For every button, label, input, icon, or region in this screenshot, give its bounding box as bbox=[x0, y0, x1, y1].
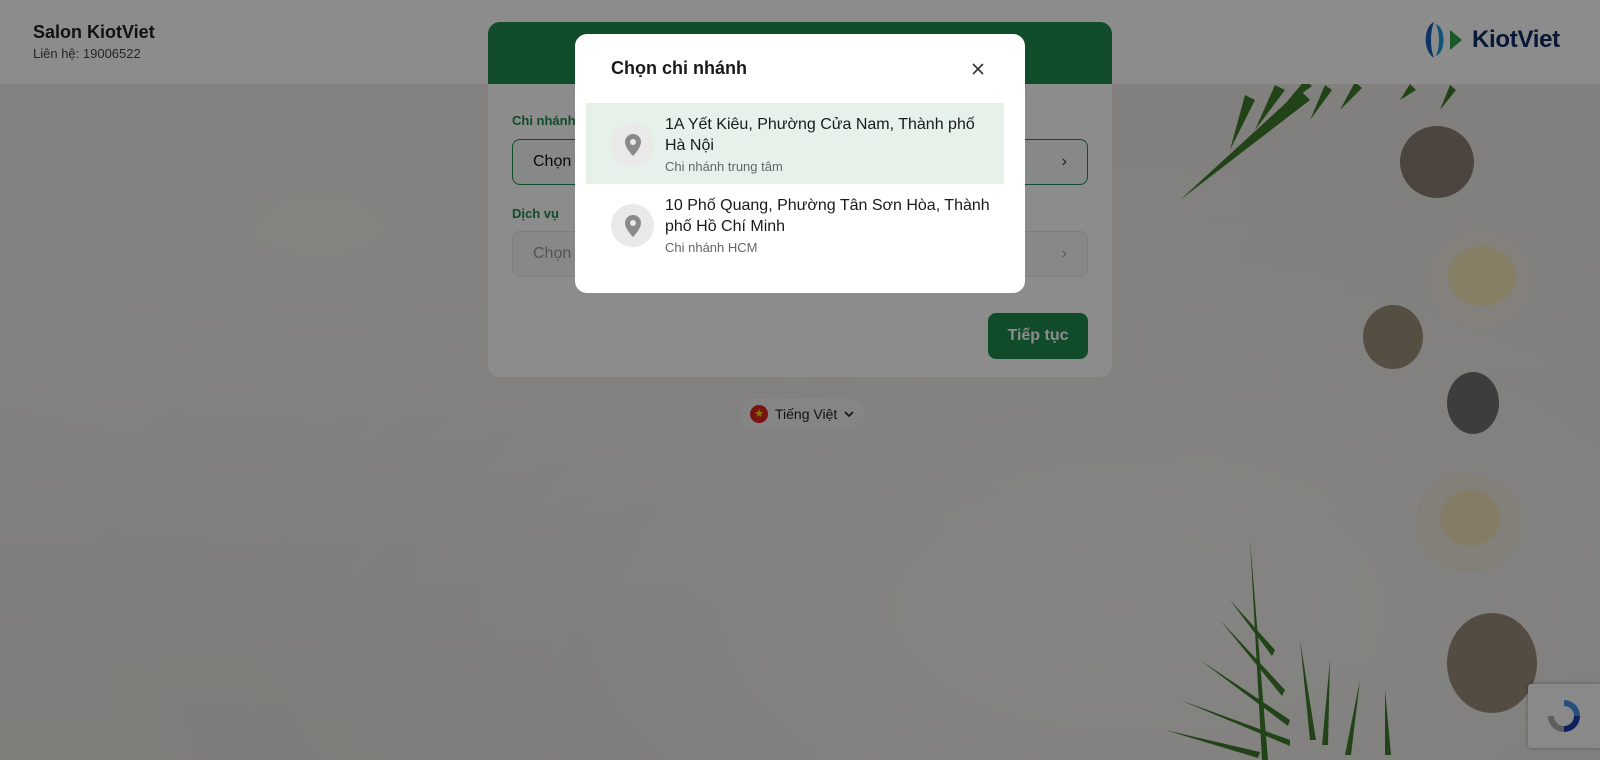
close-icon bbox=[972, 63, 984, 75]
modal-title: Chọn chi nhánh bbox=[611, 58, 747, 78]
branch-address: 1A Yết Kiêu, Phường Cửa Nam, Thành phố H… bbox=[665, 116, 975, 154]
branch-name: Chi nhánh trung tâm bbox=[665, 159, 783, 174]
branch-option[interactable]: 1A Yết Kiêu, Phường Cửa Nam, Thành phố H… bbox=[586, 103, 1004, 184]
branch-picker-modal: Chọn chi nhánh 1A Yết Kiêu, Phường Cửa N… bbox=[575, 34, 1025, 293]
location-pin-icon bbox=[611, 123, 654, 166]
branch-list: 1A Yết Kiêu, Phường Cửa Nam, Thành phố H… bbox=[586, 103, 1004, 265]
branch-option[interactable]: 10 Phố Quang, Phường Tân Sơn Hòa, Thành … bbox=[586, 184, 1004, 265]
branch-name: Chi nhánh HCM bbox=[665, 240, 758, 255]
close-button[interactable] bbox=[967, 58, 989, 80]
branch-address: 10 Phố Quang, Phường Tân Sơn Hòa, Thành … bbox=[665, 197, 990, 235]
location-pin-icon bbox=[611, 204, 654, 247]
